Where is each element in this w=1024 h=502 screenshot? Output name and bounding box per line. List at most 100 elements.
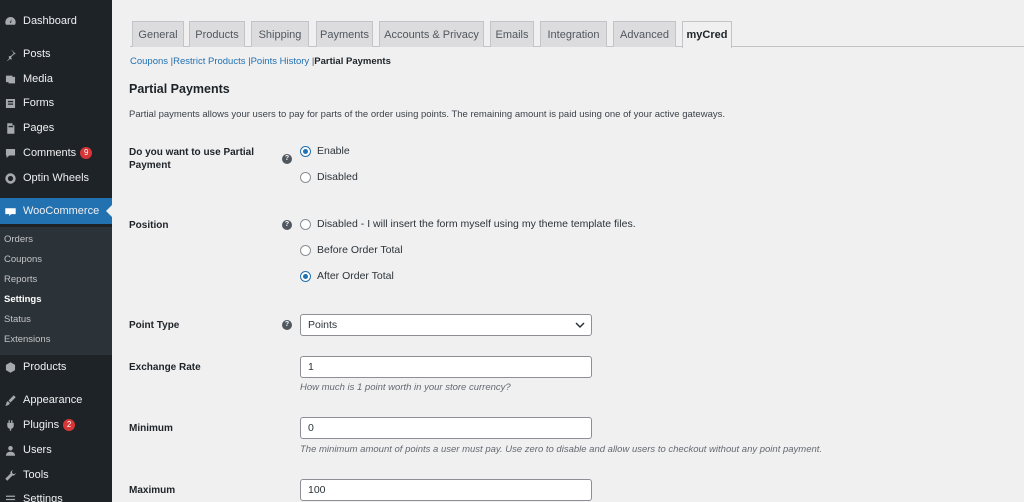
settings-tabs: General Products Shipping Payments Accou… xyxy=(130,21,1024,48)
subnav-link-points-history[interactable]: Points History xyxy=(251,56,310,67)
sidebar-item-settings[interactable]: Settings xyxy=(0,487,112,502)
main-content: General Products Shipping Payments Accou… xyxy=(112,0,1024,502)
point-type-select[interactable]: Points xyxy=(300,314,592,336)
label-line-2: Payment xyxy=(129,160,171,171)
sidebar-item-pages[interactable]: Pages xyxy=(0,116,112,140)
tab-general[interactable]: General xyxy=(132,21,184,47)
chevron-down-icon xyxy=(575,322,585,329)
exchange-rate-input[interactable]: 1 xyxy=(300,356,592,378)
sidebar-item-label: Appearance xyxy=(23,394,83,406)
radio-disabled[interactable]: Disabled xyxy=(300,171,358,183)
sidebar-item-label: Dashboard xyxy=(23,15,77,27)
tab-emails[interactable]: Emails xyxy=(490,21,534,47)
subnav-link-coupons[interactable]: Coupons xyxy=(130,56,168,67)
radio-button[interactable] xyxy=(300,171,311,183)
minimum-description: The minimum amount of points a user must… xyxy=(300,444,823,455)
sidebar-item-media[interactable]: Media xyxy=(0,67,112,91)
tab-integration[interactable]: Integration xyxy=(540,21,607,47)
sidebar-item-label: WooCommerce xyxy=(23,205,100,217)
sidebar-item-optin-wheels[interactable]: Optin Wheels xyxy=(0,166,112,190)
help-icon[interactable]: ? xyxy=(282,154,292,164)
input-value: 100 xyxy=(308,484,326,496)
submenu-item-settings[interactable]: Settings xyxy=(4,294,41,305)
sidebar-item-label: Pages xyxy=(23,122,55,134)
minimum-input[interactable]: 0 xyxy=(300,417,592,439)
sidebar-item-woocommerce[interactable]: WooCommerce xyxy=(0,198,112,224)
select-value: Points xyxy=(308,319,338,331)
radio-before-order-total[interactable]: Before Order Total xyxy=(300,244,403,256)
sidebar-item-appearance[interactable]: Appearance xyxy=(0,388,112,412)
sidebar-item-label: Settings xyxy=(23,493,63,502)
users-icon xyxy=(4,444,17,457)
settings-icon xyxy=(4,493,17,502)
wrench-icon xyxy=(4,469,17,482)
sidebar-item-forms[interactable]: Forms xyxy=(0,91,112,115)
dashboard-icon xyxy=(4,15,17,28)
sidebar-item-users[interactable]: Users xyxy=(0,438,112,462)
comments-count-badge: 9 xyxy=(80,147,93,159)
label-line-1: Do you want to use Partial xyxy=(129,147,255,158)
sidebar-item-tools[interactable]: Tools xyxy=(0,463,112,487)
tab-payments[interactable]: Payments xyxy=(316,21,373,47)
radio-after-order-total[interactable]: After Order Total xyxy=(300,270,394,282)
sidebar-item-label: Plugins xyxy=(23,419,60,431)
submenu-item-status[interactable]: Status xyxy=(4,314,31,325)
tab-shipping[interactable]: Shipping xyxy=(251,21,309,47)
radio-position-disabled[interactable]: Disabled - I will insert the form myself… xyxy=(300,218,636,230)
tab-products[interactable]: Products xyxy=(189,21,245,47)
sidebar-item-label: Media xyxy=(23,73,53,85)
radio-button[interactable] xyxy=(300,244,311,256)
plugins-update-badge: 2 xyxy=(63,419,76,431)
subnav-current-partial-payments: Partial Payments xyxy=(314,56,391,67)
woocommerce-submenu: Orders Coupons Reports Settings Status E… xyxy=(0,227,112,355)
minimum-label: Minimum xyxy=(129,423,173,434)
sidebar-item-label: Comments xyxy=(23,147,77,159)
sidebar-item-label: Posts xyxy=(23,48,51,60)
radio-label: Disabled - I will insert the form myself… xyxy=(317,218,636,230)
input-value: 1 xyxy=(308,361,314,373)
sidebar-item-dashboard[interactable]: Dashboard xyxy=(0,9,112,33)
sidebar-item-products[interactable]: Products xyxy=(0,355,112,379)
comment-icon xyxy=(4,147,17,160)
radio-label: Before Order Total xyxy=(317,244,403,256)
tab-accounts-privacy[interactable]: Accounts & Privacy xyxy=(379,21,484,47)
pin-icon xyxy=(4,48,17,61)
woocommerce-icon xyxy=(4,205,17,218)
subnav-link-restrict-products[interactable]: Restrict Products xyxy=(173,56,245,67)
radio-button-checked[interactable] xyxy=(300,145,311,157)
sidebar-item-label: Tools xyxy=(23,469,49,481)
radio-button[interactable] xyxy=(300,218,311,230)
section-title: Partial Payments xyxy=(129,82,230,96)
exchange-rate-description: How much is 1 point worth in your store … xyxy=(300,382,511,393)
help-icon[interactable]: ? xyxy=(282,320,292,330)
submenu-item-coupons[interactable]: Coupons xyxy=(4,254,42,265)
section-description: Partial payments allows your users to pa… xyxy=(129,109,725,120)
sidebar-item-posts[interactable]: Posts xyxy=(0,42,112,66)
sidebar-item-comments[interactable]: Comments 9 xyxy=(0,141,112,165)
help-icon[interactable]: ? xyxy=(282,220,292,230)
pages-icon xyxy=(4,122,17,135)
use-partial-payment-label: Do you want to use Partial Payment xyxy=(129,146,254,172)
radio-label: Disabled xyxy=(317,171,358,183)
sidebar-item-label: Forms xyxy=(23,97,55,109)
tab-advanced[interactable]: Advanced xyxy=(613,21,676,47)
sidebar-item-label: Optin Wheels xyxy=(23,172,90,184)
submenu-item-extensions[interactable]: Extensions xyxy=(4,334,50,345)
sidebar-item-plugins[interactable]: Plugins 2 xyxy=(0,413,112,437)
radio-button-checked[interactable] xyxy=(300,270,311,282)
radio-label: After Order Total xyxy=(317,270,394,282)
input-value: 0 xyxy=(308,422,314,434)
radio-enable[interactable]: Enable xyxy=(300,145,350,157)
tab-mycred[interactable]: myCred xyxy=(682,21,732,48)
box-icon xyxy=(4,361,17,374)
radio-label: Enable xyxy=(317,145,350,157)
submenu-item-reports[interactable]: Reports xyxy=(4,274,37,285)
forms-icon xyxy=(4,97,17,110)
plug-icon xyxy=(4,419,17,432)
wheel-icon xyxy=(4,172,17,185)
submenu-item-orders[interactable]: Orders xyxy=(4,234,33,245)
maximum-input[interactable]: 100 xyxy=(300,479,592,501)
admin-sidebar: Dashboard Posts Media Forms Pages Commen… xyxy=(0,0,112,502)
brush-icon xyxy=(4,394,17,407)
point-type-label: Point Type xyxy=(129,320,180,331)
